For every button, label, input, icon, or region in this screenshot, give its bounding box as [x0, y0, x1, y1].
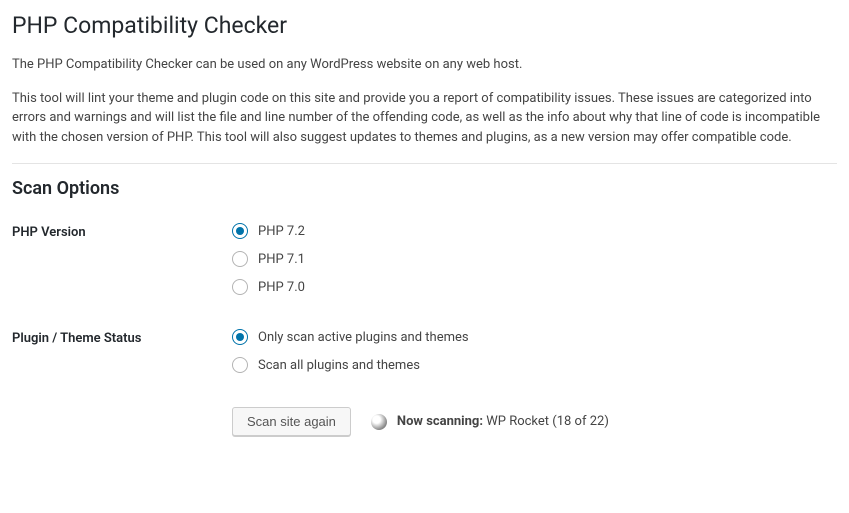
radio-label: PHP 7.1 [258, 252, 305, 267]
radio-icon[interactable] [232, 279, 248, 295]
plugin-status-controls: Only scan active plugins and themes Scan… [232, 329, 837, 373]
scan-action-row: Scan site again Now scanning: WP Rocket … [232, 407, 837, 436]
plugin-status-option-1[interactable]: Scan all plugins and themes [232, 357, 837, 373]
scan-status-detail: WP Rocket (18 of 22) [486, 414, 609, 429]
php-version-row: PHP Version PHP 7.2 PHP 7.1 PHP 7.0 [12, 223, 837, 295]
divider [12, 163, 837, 164]
php-version-option-2[interactable]: PHP 7.0 [232, 279, 837, 295]
radio-icon[interactable] [232, 251, 248, 267]
php-version-option-0[interactable]: PHP 7.2 [232, 223, 837, 239]
plugin-status-option-0[interactable]: Only scan active plugins and themes [232, 329, 837, 345]
scan-options-heading: Scan Options [12, 178, 837, 199]
radio-icon[interactable] [232, 223, 248, 239]
plugin-status-row: Plugin / Theme Status Only scan active p… [12, 329, 837, 373]
scan-button[interactable]: Scan site again [232, 407, 351, 436]
page-title: PHP Compatibility Checker [12, 12, 837, 39]
php-version-option-1[interactable]: PHP 7.1 [232, 251, 837, 267]
php-version-controls: PHP 7.2 PHP 7.1 PHP 7.0 [232, 223, 837, 295]
radio-label: PHP 7.2 [258, 224, 305, 239]
plugin-status-label: Plugin / Theme Status [12, 329, 232, 373]
intro-paragraph-1: The PHP Compatibility Checker can be use… [12, 55, 837, 75]
radio-label: Scan all plugins and themes [258, 358, 420, 373]
radio-icon[interactable] [232, 329, 248, 345]
spinner-icon [371, 414, 387, 430]
radio-label: PHP 7.0 [258, 280, 305, 295]
php-version-label: PHP Version [12, 223, 232, 295]
radio-icon[interactable] [232, 357, 248, 373]
scan-status-text: Now scanning: WP Rocket (18 of 22) [397, 414, 609, 429]
scan-status-prefix: Now scanning: [397, 414, 483, 429]
intro-paragraph-2: This tool will lint your theme and plugi… [12, 89, 837, 148]
radio-label: Only scan active plugins and themes [258, 330, 469, 345]
